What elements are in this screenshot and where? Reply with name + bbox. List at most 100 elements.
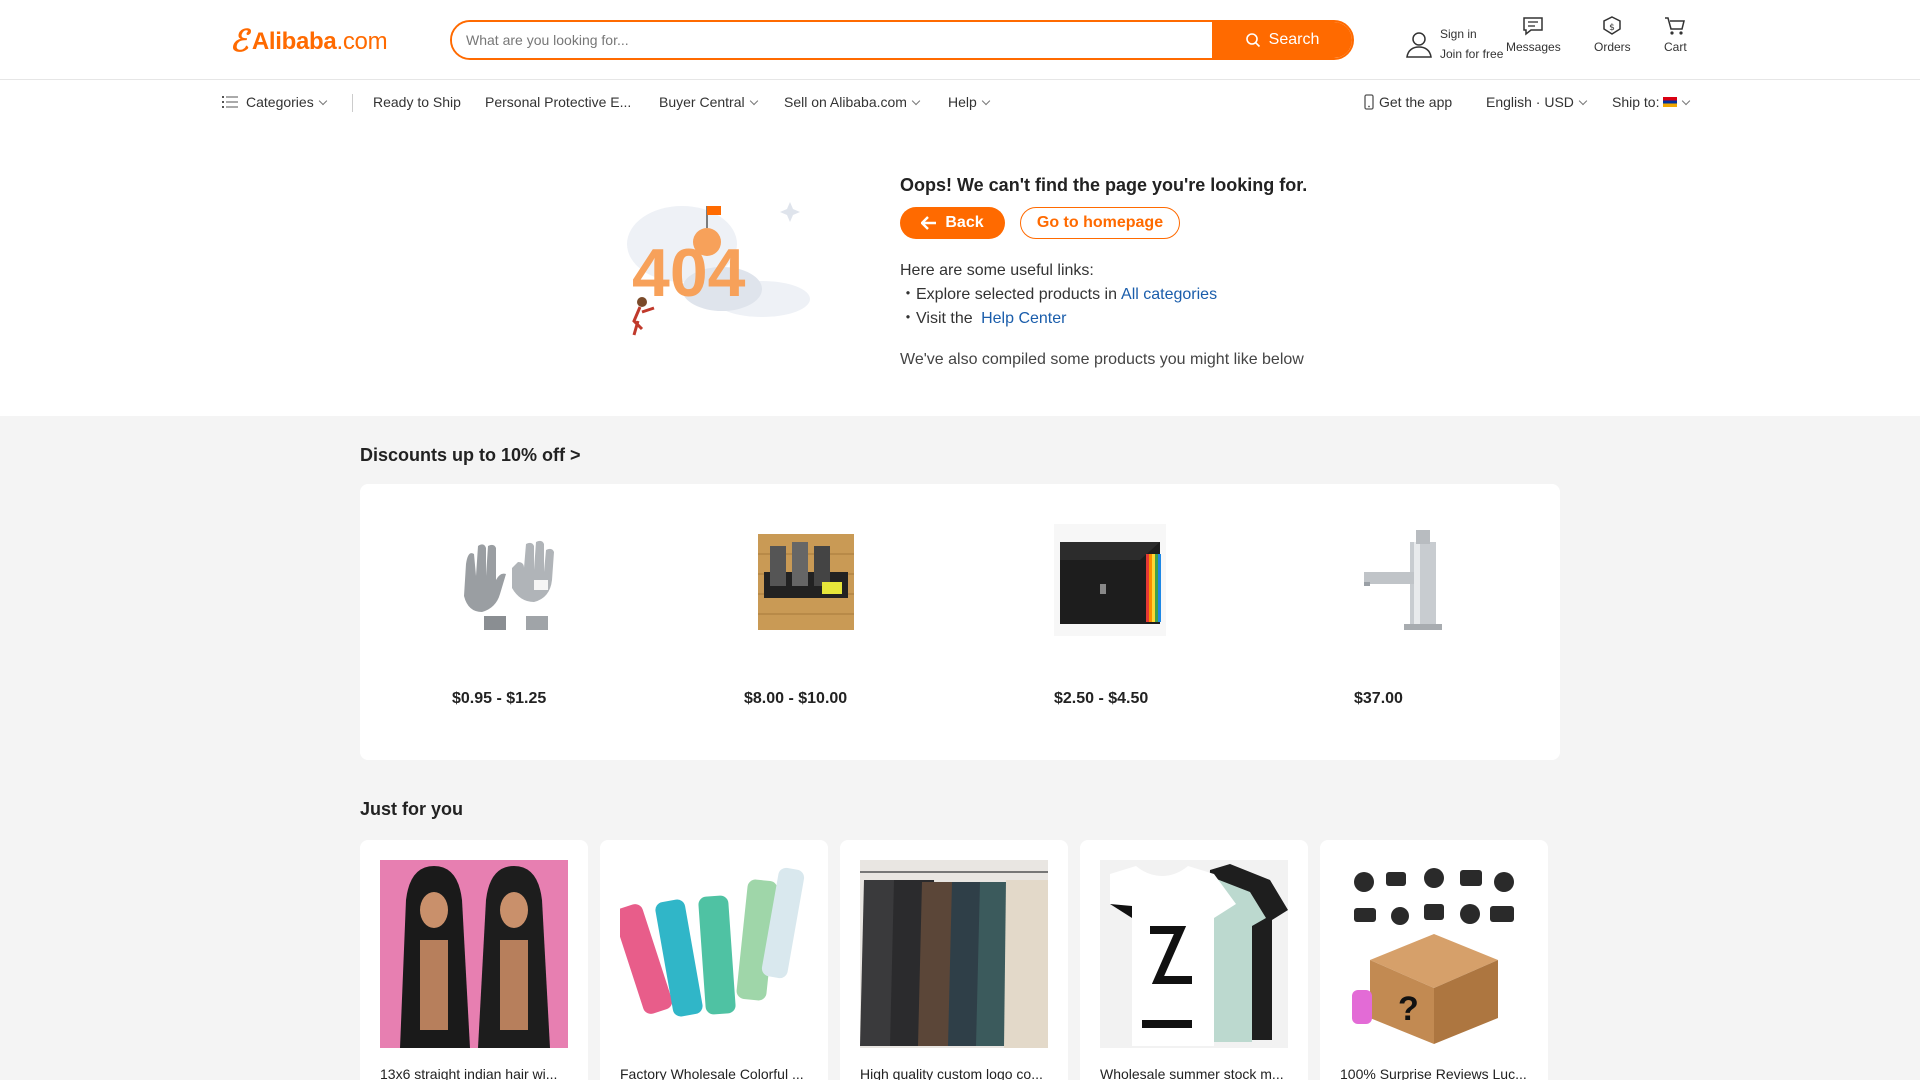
orders-label: Orders: [1594, 40, 1631, 54]
all-categories-link[interactable]: All categories: [1121, 286, 1217, 303]
links-intro: Here are some useful links:: [900, 262, 1094, 279]
nav-sell-on-alibaba[interactable]: Sell on Alibaba.com: [784, 94, 921, 110]
orders-button[interactable]: $ Orders: [1594, 16, 1631, 54]
search-input[interactable]: [452, 22, 1212, 58]
product-card[interactable]: ? 100% Surprise Reviews Luc...: [1320, 840, 1548, 1080]
nav-help[interactable]: Help: [948, 94, 991, 110]
get-app-link[interactable]: Get the app: [1364, 94, 1452, 110]
hair-wig-image: [380, 860, 568, 1048]
join-link[interactable]: Join for free: [1440, 44, 1503, 64]
chevron-down-icon: [981, 96, 991, 105]
messages-button[interactable]: Messages: [1506, 16, 1561, 54]
ship-to-label: Ship to:: [1612, 94, 1660, 110]
product-card[interactable]: 13x6 straight indian hair wi...: [360, 840, 588, 1080]
help-center-link[interactable]: Help Center: [981, 310, 1066, 327]
error-title: Oops! We can't find the page you're look…: [900, 175, 1308, 195]
faucet-image: [1354, 524, 1466, 636]
discount-price: $8.00 - $10.00: [744, 690, 848, 707]
gloves-image: [454, 524, 566, 636]
discount-price: $0.95 - $1.25: [452, 690, 547, 707]
search-button[interactable]: Search: [1212, 22, 1352, 58]
sub-navigation: Categories Ready to Ship Personal Protec…: [0, 80, 1920, 124]
product-title: Wholesale summer stock m...: [1100, 1066, 1284, 1080]
discount-price: $2.50 - $4.50: [1054, 690, 1149, 707]
expanding-file-folder-image: [1054, 524, 1166, 636]
signin-link[interactable]: Sign in: [1440, 24, 1503, 44]
site-header: ℰ Alibaba.com Search Sign in Join for fr…: [0, 0, 1920, 80]
product-card[interactable]: High quality custom logo co...: [840, 840, 1068, 1080]
discount-product-card[interactable]: $2.50 - $4.50: [1054, 524, 1254, 724]
go-to-homepage-button[interactable]: Go to homepage: [1020, 207, 1180, 239]
visit-line: ・Visit the Help Center: [900, 307, 1217, 331]
chevron-down-icon: [749, 96, 758, 105]
search-icon: [1245, 33, 1260, 48]
chevron-down-icon: [1578, 96, 1588, 105]
categories-menu[interactable]: Categories: [222, 94, 327, 110]
alibaba-logo-mark-icon: ℰ: [230, 25, 248, 58]
phone-icon: [1364, 94, 1374, 110]
product-title: 13x6 straight indian hair wi...: [380, 1066, 558, 1080]
product-title: High quality custom logo co...: [860, 1066, 1043, 1080]
get-app-label: Get the app: [1379, 94, 1453, 110]
tshirts-image: [1100, 860, 1288, 1048]
useful-links: Here are some useful links: ・Explore sel…: [900, 259, 1217, 331]
signin-area[interactable]: Sign in Join for free: [1404, 24, 1503, 64]
mystery-box-image: ?: [1340, 860, 1528, 1048]
discounts-title[interactable]: Discounts up to 10% off >: [360, 445, 581, 466]
svg-text:$: $: [1609, 23, 1615, 33]
back-button[interactable]: Back: [900, 207, 1005, 239]
nav-ready-to-ship[interactable]: Ready to Ship: [373, 94, 461, 110]
product-title: Factory Wholesale Colorful ...: [620, 1066, 804, 1080]
logo-suffix: .com: [336, 27, 388, 55]
not-found-section: 404 Oops! We can't find the page you're …: [0, 124, 1920, 416]
nav-personal-protective[interactable]: Personal Protective E...: [485, 94, 631, 110]
explore-text: ・Explore selected products in: [900, 286, 1118, 303]
chevron-down-icon: [1682, 96, 1691, 105]
cart-label: Cart: [1664, 40, 1687, 54]
back-label: Back: [945, 214, 984, 231]
orders-icon: $: [1603, 16, 1622, 35]
product-title: 100% Surprise Reviews Luc...: [1340, 1066, 1527, 1080]
messages-label: Messages: [1506, 40, 1561, 54]
chevron-down-icon: [911, 96, 921, 105]
404-illustration-icon: 404: [627, 202, 810, 336]
tool-holder-image: [750, 524, 862, 636]
discount-product-card[interactable]: $37.00: [1354, 524, 1554, 724]
just-for-you-title: Just for you: [360, 799, 464, 819]
nav-divider: [352, 94, 353, 112]
categories-label: Categories: [246, 94, 314, 110]
ship-to-selector[interactable]: Ship to:: [1612, 94, 1691, 110]
list-icon: [222, 96, 238, 108]
hoodies-image: [860, 860, 1048, 1048]
nav-buyer-central-label: Buyer Central: [659, 94, 745, 110]
cart-button[interactable]: Cart: [1664, 16, 1687, 54]
nav-sell-label: Sell on Alibaba.com: [784, 94, 907, 110]
discount-product-card[interactable]: $0.95 - $1.25: [452, 524, 654, 724]
arrow-left-icon: [921, 216, 937, 230]
alibaba-logo[interactable]: ℰ Alibaba .com: [230, 24, 388, 59]
404-text: 404: [632, 235, 746, 311]
nav-help-label: Help: [948, 94, 977, 110]
search-button-label: Search: [1268, 31, 1320, 48]
cart-icon: [1665, 17, 1686, 35]
discount-price: $37.00: [1354, 690, 1403, 707]
discounts-panel: $0.95 - $1.25 $8.00 - $10.00 $2.50 - $4.…: [360, 484, 1560, 760]
language-label: English · USD: [1486, 94, 1574, 110]
nav-buyer-central[interactable]: Buyer Central: [659, 94, 758, 110]
product-card[interactable]: Factory Wholesale Colorful ...: [600, 840, 828, 1080]
product-card[interactable]: Wholesale summer stock m...: [1080, 840, 1308, 1080]
recommendations-note: We've also compiled some products you mi…: [900, 351, 1304, 368]
user-icon: [1406, 32, 1432, 58]
flag-icon: [1663, 97, 1678, 107]
discount-product-card[interactable]: $8.00 - $10.00: [744, 524, 954, 724]
language-currency-selector[interactable]: English · USD: [1486, 94, 1588, 110]
svg-text:?: ?: [1398, 990, 1419, 1028]
message-icon: [1523, 17, 1544, 36]
logo-text: Alibaba: [251, 27, 337, 55]
water-bottles-image: [620, 860, 808, 1048]
search-bar: Search: [450, 20, 1354, 60]
chevron-down-icon: [318, 96, 327, 105]
recommendations-area: Discounts up to 10% off > $0.95 - $1.25: [0, 416, 1920, 1080]
explore-line: ・Explore selected products in All categor…: [900, 283, 1217, 307]
visit-text: ・Visit the: [900, 310, 973, 327]
